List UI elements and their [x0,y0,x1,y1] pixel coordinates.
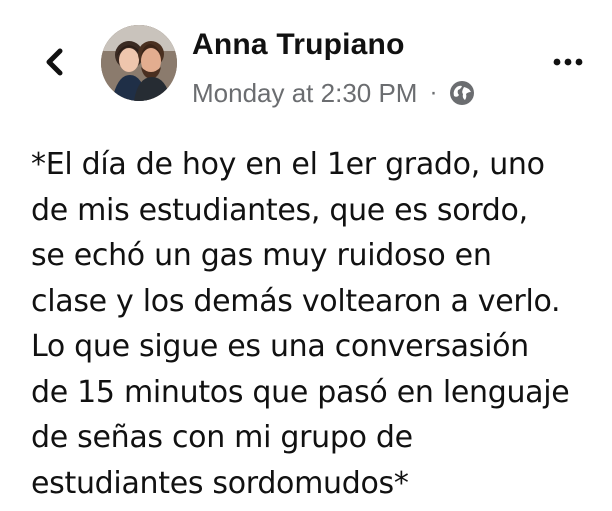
post-text-line: de señas con mi grupo de [31,420,413,455]
post-text-line: *El día de hoy en el 1er grado, uno [31,147,545,182]
more-horizontal-icon [548,48,588,76]
back-button[interactable] [36,40,76,84]
post-text: *El día de hoy en el 1er grado, uno de m… [31,142,601,506]
post-text-line: Lo que sigue es una conversasión [31,329,529,364]
chevron-left-icon [36,40,76,84]
post-header: Anna Trupiano Monday at 2:30 PM · [0,0,612,130]
more-options-button[interactable] [548,48,588,76]
meta-separator: · [429,79,438,106]
post-text-line: de 15 minutos que pasó en lenguaje [31,374,570,410]
post-meta: Monday at 2:30 PM · [192,76,477,110]
post-text-line: de mis estudiantes, que es sordo, [31,192,528,228]
timestamp[interactable]: Monday at 2:30 PM [192,78,417,109]
post-text-line: clase y los demás voltearon a verlo. [31,283,561,319]
author-name[interactable]: Anna Trupiano [192,28,405,62]
globe-icon[interactable] [447,78,477,108]
post-text-line: estudiantes sordomudos* [31,465,409,501]
post-text-line: se echó un gas muy ruidoso en [31,238,492,273]
facebook-post: Anna Trupiano Monday at 2:30 PM · *El dí… [0,0,612,511]
avatar[interactable] [101,25,177,101]
